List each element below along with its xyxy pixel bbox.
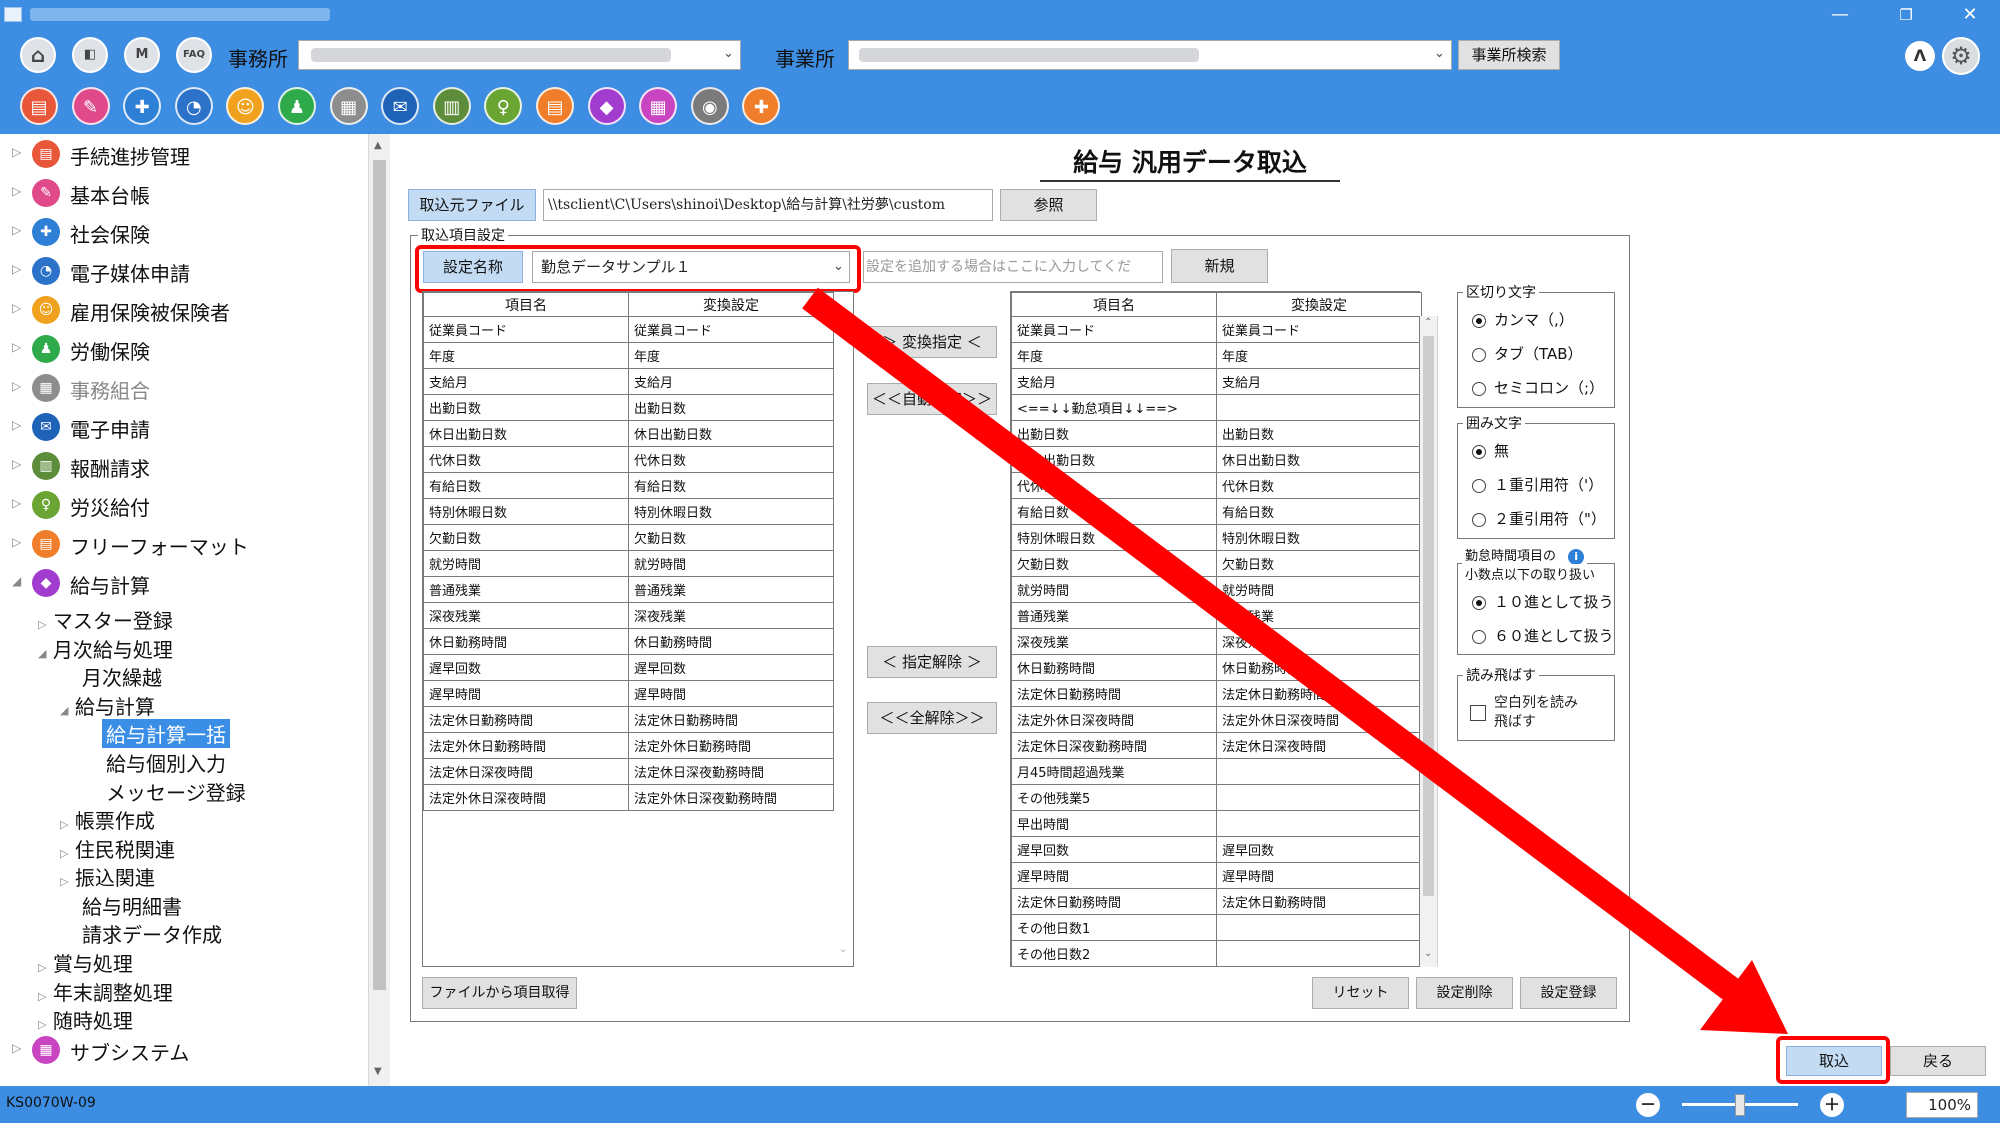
zoom-out-icon[interactable]: － bbox=[1636, 1093, 1660, 1117]
annotation-arrow bbox=[802, 287, 1788, 1034]
zoom-value-field[interactable]: 100% bbox=[1906, 1092, 1978, 1118]
zoom-slider-thumb[interactable] bbox=[1735, 1094, 1745, 1116]
screen-id: KS0070W-09 bbox=[6, 1095, 96, 1111]
status-bar: KS0070W-09 － ＋ 100% bbox=[0, 1086, 2000, 1123]
arrow-shaft bbox=[802, 287, 1753, 1011]
zoom-in-icon[interactable]: ＋ bbox=[1820, 1093, 1844, 1117]
